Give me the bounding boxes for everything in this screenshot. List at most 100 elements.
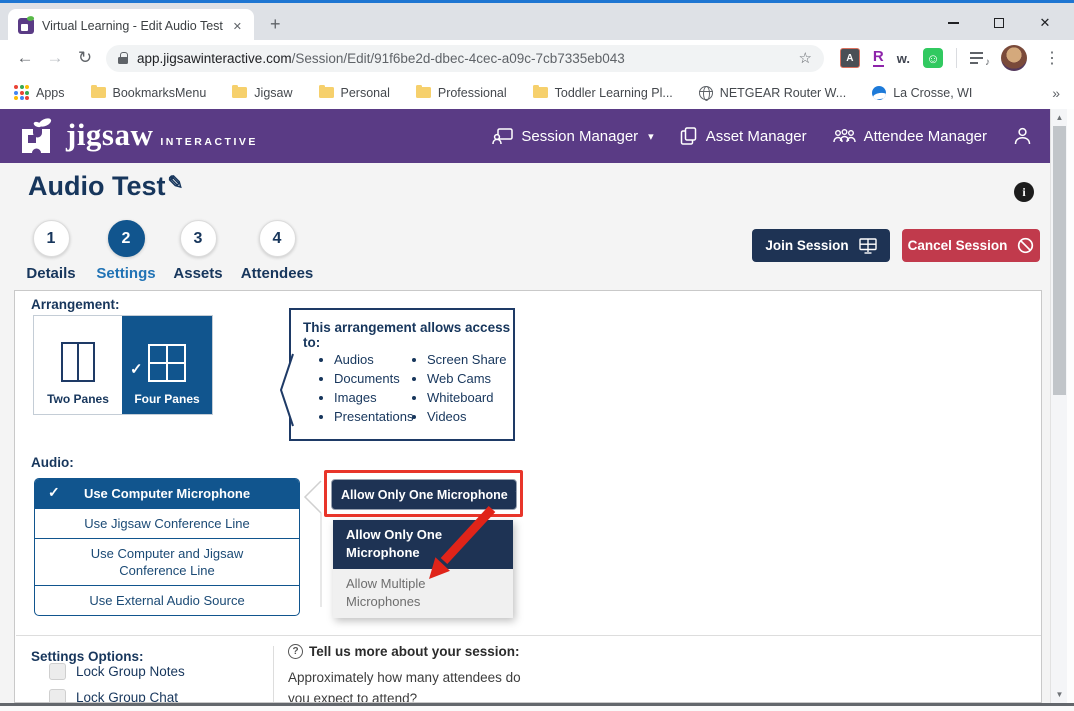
column-divider [273, 646, 274, 702]
jigsaw-favicon-icon [18, 18, 34, 34]
browser-menu-icon[interactable]: ⋮ [1040, 48, 1064, 68]
nav-attendee-manager[interactable]: Attendee Manager [833, 128, 987, 145]
step-details[interactable]: 1 Details [21, 220, 81, 282]
bookmark-folder-jigsaw[interactable]: Jigsaw [232, 86, 292, 100]
step-assets[interactable]: 3 Assets [165, 220, 231, 282]
rakuten-extension-icon[interactable]: R [873, 49, 884, 67]
step-attendees[interactable]: 4 Attendees [237, 220, 317, 282]
url-text: app.jigsawinteractive.com/Session/Edit/9… [137, 51, 790, 66]
apps-shortcut[interactable]: Apps [14, 85, 65, 100]
join-session-button[interactable]: Join Session [752, 229, 890, 262]
scroll-down-icon[interactable]: ▼ [1051, 686, 1068, 703]
edit-pencil-icon[interactable]: ✎ [168, 173, 184, 194]
apps-label: Apps [36, 86, 65, 100]
scrollbar-thumb[interactable] [1053, 126, 1066, 395]
bookmark-netgear[interactable]: NETGEAR Router W... [699, 86, 846, 100]
playlist-extension-icon[interactable]: ♪ [970, 50, 988, 66]
cancel-session-button[interactable]: Cancel Session [902, 229, 1040, 262]
lock-group-notes-checkbox[interactable] [49, 663, 66, 680]
mic-mode-select[interactable]: Allow Only One Microphone ▼ [331, 479, 517, 510]
forward-icon[interactable]: → [40, 48, 70, 68]
audio-option-external-source[interactable]: Use External Audio Source [35, 586, 299, 615]
browser-tab[interactable]: Virtual Learning - Edit Audio Test ✕ [8, 9, 254, 43]
browser-toolbar: ← → ↻ app.jigsawinteractive.com/Session/… [0, 40, 1074, 76]
acrobat-extension-icon[interactable]: A [840, 48, 860, 68]
jigsaw-logo[interactable]: jigsaw INTERACTIVE [18, 117, 258, 155]
window-bottom-edge [0, 703, 1074, 711]
settings-card: Arrangement: Two Panes ✓ Four Panes [14, 290, 1042, 703]
close-button[interactable]: ✕ [1022, 6, 1068, 40]
two-panes-icon [61, 342, 95, 382]
url-domain: app.jigsawinteractive.com [137, 51, 292, 66]
session-manager-icon [492, 128, 513, 145]
audio-source-list: ✓ Use Computer Microphone Use Jigsaw Con… [34, 478, 300, 616]
url-path: /Session/Edit/91f6be2d-dbec-4cec-a09c-7c… [292, 51, 625, 66]
arrangement-selector: Two Panes ✓ Four Panes [34, 316, 212, 414]
tab-strip: Virtual Learning - Edit Audio Test ✕ + ✕ [0, 0, 1074, 40]
account-menu[interactable] [1013, 127, 1032, 145]
cancel-icon [1017, 237, 1034, 254]
bookmarks-bar: Apps BookmarksMenu Jigsaw Personal Profe… [0, 76, 1074, 109]
profile-avatar[interactable] [1001, 45, 1027, 71]
tab-close-icon[interactable]: ✕ [229, 18, 246, 35]
question-icon: ? [288, 644, 303, 659]
minimize-button[interactable] [930, 6, 976, 40]
menu-item-allow-multiple-mics[interactable]: Allow Multiple Microphones [333, 569, 513, 618]
bookmark-lacrosse[interactable]: La Crosse, WI [872, 86, 972, 100]
menu-item-allow-one-mic[interactable]: Allow Only One Microphone [333, 520, 513, 569]
logo-word: jigsaw [66, 117, 153, 153]
reload-icon[interactable]: ↻ [70, 48, 100, 68]
check-icon: ✓ [130, 360, 143, 378]
mic-mode-menu: Allow Only One Microphone Allow Multiple… [333, 520, 513, 618]
nav-asset-manager[interactable]: Asset Manager [680, 127, 807, 145]
weather-site-icon [872, 86, 886, 100]
scroll-up-icon[interactable]: ▲ [1051, 109, 1068, 126]
maximize-button[interactable] [976, 6, 1022, 40]
access-list-left: Audios Documents Images Presentations [319, 350, 400, 426]
nav-session-manager[interactable]: Session Manager ▾ [492, 128, 653, 145]
puzzle-piece-icon [18, 117, 60, 155]
bookmark-folder-personal[interactable]: Personal [319, 86, 390, 100]
lock-icon [118, 52, 128, 64]
bookmarks-overflow-icon[interactable]: » [1052, 85, 1060, 101]
step-settings[interactable]: 2 Settings [91, 220, 161, 282]
extensions-row: A R w. ☺ ♪ ⋮ [840, 45, 1064, 71]
attendee-manager-icon [833, 128, 856, 144]
back-icon[interactable]: ← [10, 48, 40, 68]
two-panes-option[interactable]: Two Panes [34, 316, 122, 414]
tell-us-section: ? Tell us more about your session: Appro… [288, 644, 548, 703]
new-tab-button[interactable]: + [262, 13, 289, 35]
wordtune-extension-icon[interactable]: w. [897, 51, 910, 66]
session-edit-page: Audio Test✎ i 1 Details 2 Settings 3 Ass… [0, 163, 1050, 703]
bookmark-star-icon[interactable]: ☆ [798, 49, 811, 67]
arrangement-info-box: This arrangement allows access to: Audio… [289, 308, 515, 441]
info-icon[interactable]: i [1014, 182, 1034, 202]
folder-icon [533, 87, 548, 98]
audio-option-computer-and-conference[interactable]: Use Computer and Jigsaw Conference Line [35, 539, 299, 586]
logo-subtitle: INTERACTIVE [160, 136, 258, 148]
bitmoji-extension-icon[interactable]: ☺ [923, 48, 943, 68]
lock-group-chat-checkbox[interactable] [49, 689, 66, 703]
address-bar[interactable]: app.jigsawinteractive.com/Session/Edit/9… [106, 45, 824, 72]
access-lists: Audios Documents Images Presentations Sc… [319, 350, 507, 426]
folder-icon [416, 87, 431, 98]
window-controls: ✕ [930, 6, 1068, 40]
section-divider [16, 635, 1042, 636]
bookmark-folder-toddler-learning[interactable]: Toddler Learning Pl... [533, 86, 673, 100]
page-viewport: jigsaw INTERACTIVE Session Manager ▾ [0, 109, 1050, 703]
check-icon: ✓ [48, 484, 60, 501]
bookmark-folder-professional[interactable]: Professional [416, 86, 507, 100]
toolbar-divider [956, 48, 957, 68]
audio-option-computer-mic[interactable]: ✓ Use Computer Microphone [35, 479, 299, 509]
settings-options-label: Settings Options: [31, 649, 144, 664]
four-panes-icon [148, 344, 186, 382]
tab-title: Virtual Learning - Edit Audio Test [42, 19, 229, 33]
bookmark-folder-bookmarksmenu[interactable]: BookmarksMenu [91, 86, 207, 100]
tell-us-question: Approximately how many attendees do you … [288, 667, 538, 703]
info-box-pointer [278, 352, 295, 428]
page-scrollbar[interactable]: ▲ ▼ [1050, 109, 1067, 703]
globe-icon [699, 86, 713, 100]
four-panes-option[interactable]: ✓ Four Panes [122, 316, 212, 414]
audio-option-conference-line[interactable]: Use Jigsaw Conference Line [35, 509, 299, 539]
info-box-title: This arrangement allows access to: [303, 320, 513, 350]
